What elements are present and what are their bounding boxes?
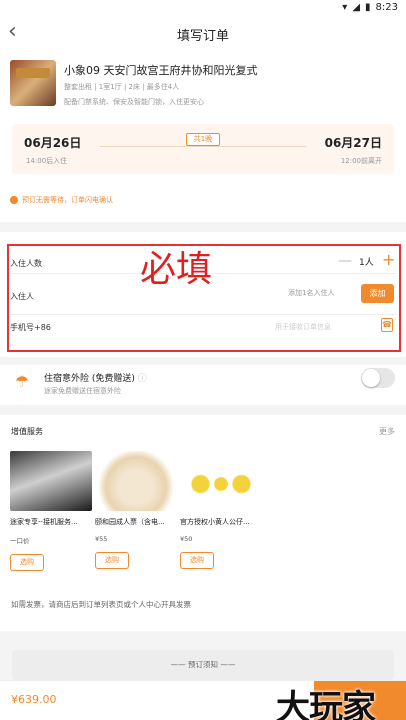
status-time: 8:23 <box>375 2 398 13</box>
instant-confirm-tip: 预订无需等待，订单闪电确认 <box>10 195 113 205</box>
invoice-section: 如需发票，请商店后到订单列表页或个人中心开具发票 <box>0 591 406 631</box>
watermark: 大玩家 <box>276 688 376 720</box>
nav-bar: ‹ 填写订单 <box>0 16 406 50</box>
signal-icon: ◢ <box>352 2 361 13</box>
required-overlay-text: 必填 <box>140 249 213 290</box>
notice-title: —— 预订须知 —— <box>170 660 236 669</box>
services-more-link[interactable]: 更多 <box>379 426 395 437</box>
insurance-title: 住宿意外险 (免费赠送) ⓘ <box>44 371 147 384</box>
toggle-knob <box>362 369 380 387</box>
status-icons: ▾ ◢ ▮ 8:23 <box>342 2 398 13</box>
nights-badge: 共1晚 <box>186 133 220 146</box>
status-bar: ▾ ◢ ▮ 8:23 <box>0 0 406 16</box>
hotel-name: 小象09 天安门故宫王府井协和阳光复式 <box>64 64 258 77</box>
service-name: 官方授权小黄人公仔... <box>180 518 250 526</box>
service-price: ¥55 <box>95 535 108 543</box>
insurance-subtitle: 途家免费赠送住宿意外险 <box>44 387 121 395</box>
battery-icon: ▮ <box>365 2 371 13</box>
date-selector[interactable]: 06月26日 14:00后入住 共1晚 06月27日 12:00前离开 <box>12 124 394 174</box>
hotel-description: 配备门禁系统、保安及智能门锁，入住更安心 <box>64 98 204 106</box>
services-title: 增值服务 <box>11 427 43 436</box>
section-gap <box>0 357 406 365</box>
service-name: 颐和园成人票（含电... <box>95 518 165 526</box>
service-card-minions[interactable]: 官方授权小黄人公仔... ¥50 选购 <box>180 451 262 569</box>
section-divider <box>0 222 406 232</box>
checkout-date: 06月27日 <box>324 136 382 150</box>
hotel-info: 整套出租 | 1室1厅 | 2床 | 最多住4人 <box>64 83 180 91</box>
section-gap <box>0 405 406 415</box>
booking-notice[interactable]: —— 预订须知 —— <box>12 650 394 680</box>
insurance-row: ☂ 住宿意外险 (免费赠送) ⓘ 途家免费赠送住宿意外险 <box>0 365 406 405</box>
checkin-date: 06月26日 <box>24 136 82 150</box>
service-image <box>10 451 92 511</box>
hotel-card[interactable]: 小象09 天安门故宫王府井协和阳光复式 整套出租 | 1室1厅 | 2床 | 最… <box>0 50 406 116</box>
help-icon[interactable]: ⓘ <box>138 374 147 384</box>
tip-text: 预订无需等待，订单闪电确认 <box>22 196 113 204</box>
value-added-services: 增值服务 更多 途家专享--接机服务... 一口价 选购 颐和园成人票（含电..… <box>0 415 406 591</box>
insurance-toggle[interactable] <box>361 368 395 388</box>
buy-button[interactable]: 选购 <box>95 552 129 569</box>
service-image <box>95 451 177 511</box>
service-price: ¥50 <box>180 535 193 543</box>
checkin-time: 14:00后入住 <box>26 157 68 165</box>
service-name: 途家专享--接机服务... <box>10 518 78 526</box>
page-title: 填写订单 <box>176 29 229 44</box>
invoice-text: 如需发票，请商店后到订单列表页或个人中心开具发票 <box>11 600 191 609</box>
service-image <box>180 451 262 511</box>
wifi-icon: ▾ <box>342 2 348 13</box>
total-price: ¥639.00 <box>11 693 57 706</box>
notice-label: 预订须知 <box>188 660 218 669</box>
buy-button[interactable]: 选购 <box>10 554 44 571</box>
hotel-thumbnail <box>10 60 56 106</box>
insurance-name: 住宿意外险 <box>44 374 90 384</box>
umbrella-icon: ☂ <box>14 372 30 391</box>
service-card-summer-palace[interactable]: 颐和园成人票（含电... ¥55 选购 <box>95 451 177 569</box>
date-divider <box>100 146 306 147</box>
service-price: 一口价 <box>10 537 30 545</box>
checkout-time: 12:00前离开 <box>340 157 382 165</box>
service-card-pickup[interactable]: 途家专享--接机服务... 一口价 选购 <box>10 451 92 571</box>
buy-button[interactable]: 选购 <box>180 552 214 569</box>
info-icon <box>10 196 18 204</box>
insurance-free: (免费赠送) <box>91 374 135 384</box>
